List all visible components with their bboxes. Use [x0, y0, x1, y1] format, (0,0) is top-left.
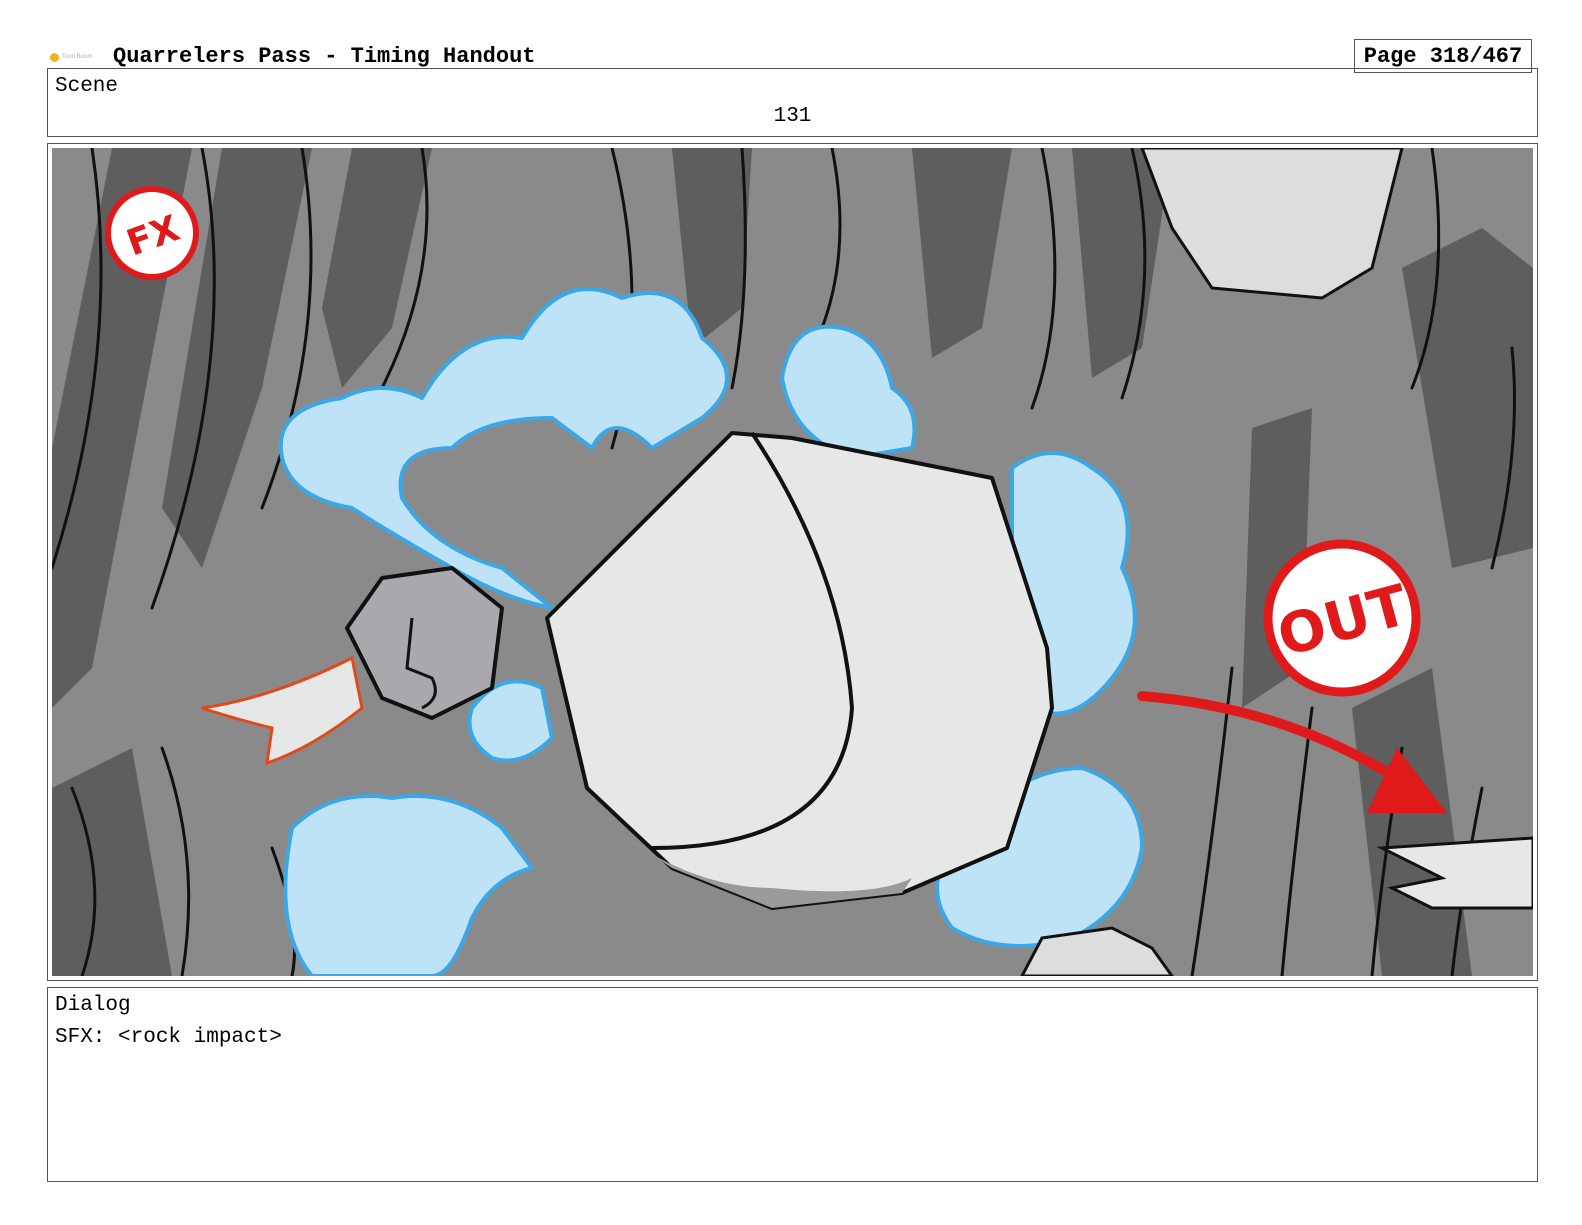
storyboard-panel-image: FX OUT [52, 148, 1533, 976]
fx-badge: FX [105, 186, 199, 280]
scene-number: 131 [773, 105, 812, 128]
storyboard-panel-frame: FX OUT [47, 143, 1538, 981]
out-badge: OUT [1263, 539, 1421, 697]
logo-text: Toon Boom [62, 54, 93, 60]
dialog-label: Dialog [55, 994, 131, 1017]
sun-icon [50, 52, 59, 62]
dialog-box: Dialog SFX: <rock impact> [47, 987, 1538, 1182]
document-title: Quarrelers Pass - Timing Handout [113, 44, 536, 69]
scene-box: Scene 131 [47, 68, 1538, 137]
dialog-text: SFX: <rock impact> [55, 1026, 282, 1049]
toon-boom-logo: Toon Boom [50, 50, 100, 64]
scene-label: Scene [55, 75, 119, 98]
